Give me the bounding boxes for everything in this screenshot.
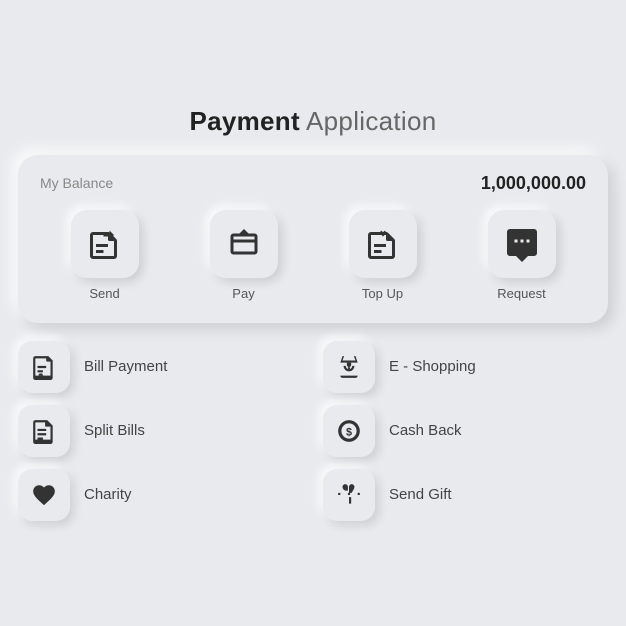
bill-payment-icon — [31, 354, 57, 380]
topup-label: Top Up — [362, 286, 403, 301]
services-grid: Bill Payment E - Shopping Split Bills — [18, 341, 608, 521]
pay-icon — [226, 226, 262, 262]
topup-icon — [365, 226, 401, 262]
split-bills-item[interactable]: Split Bills — [18, 405, 303, 457]
pay-icon-wrap — [210, 210, 278, 278]
send-icon — [87, 226, 123, 262]
split-bills-label: Split Bills — [84, 422, 145, 439]
request-button[interactable]: Request — [457, 210, 586, 301]
shopping-bag-icon — [336, 354, 362, 380]
request-icon-wrap — [488, 210, 556, 278]
balance-card: My Balance 1,000,000.00 Send — [18, 155, 608, 323]
page-container: Payment Application My Balance 1,000,000… — [18, 106, 608, 521]
send-gift-item[interactable]: Send Gift — [323, 469, 608, 521]
cash-back-label: Cash Back — [389, 422, 462, 439]
bill-payment-label: Bill Payment — [84, 358, 167, 375]
bill-payment-icon-wrap — [18, 341, 70, 393]
balance-row: My Balance 1,000,000.00 — [40, 173, 586, 194]
send-button[interactable]: Send — [40, 210, 169, 301]
e-shopping-icon-wrap — [323, 341, 375, 393]
send-label: Send — [89, 286, 119, 301]
topup-button[interactable]: Top Up — [318, 210, 447, 301]
send-gift-icon-wrap — [323, 469, 375, 521]
request-label: Request — [497, 286, 545, 301]
split-bills-icon — [31, 418, 57, 444]
request-icon — [504, 226, 540, 262]
cash-back-item[interactable]: $ Cash Back — [323, 405, 608, 457]
pay-label: Pay — [232, 286, 254, 301]
pay-button[interactable]: Pay — [179, 210, 308, 301]
heart-icon — [31, 482, 57, 508]
charity-icon-wrap — [18, 469, 70, 521]
send-icon-wrap — [71, 210, 139, 278]
title-light: Application — [300, 106, 437, 136]
send-gift-label: Send Gift — [389, 486, 452, 503]
gift-icon — [336, 482, 362, 508]
title-bold: Payment — [189, 106, 299, 136]
e-shopping-label: E - Shopping — [389, 358, 476, 375]
page-title: Payment Application — [189, 106, 436, 137]
actions-row: Send Pay — [40, 210, 586, 301]
svg-text:$: $ — [346, 426, 352, 438]
charity-label: Charity — [84, 486, 132, 503]
bill-payment-item[interactable]: Bill Payment — [18, 341, 303, 393]
split-bills-icon-wrap — [18, 405, 70, 457]
balance-label: My Balance — [40, 175, 113, 191]
cash-back-icon-wrap: $ — [323, 405, 375, 457]
charity-item[interactable]: Charity — [18, 469, 303, 521]
balance-amount: 1,000,000.00 — [481, 173, 586, 194]
topup-icon-wrap — [349, 210, 417, 278]
e-shopping-item[interactable]: E - Shopping — [323, 341, 608, 393]
cashback-icon: $ — [336, 418, 362, 444]
